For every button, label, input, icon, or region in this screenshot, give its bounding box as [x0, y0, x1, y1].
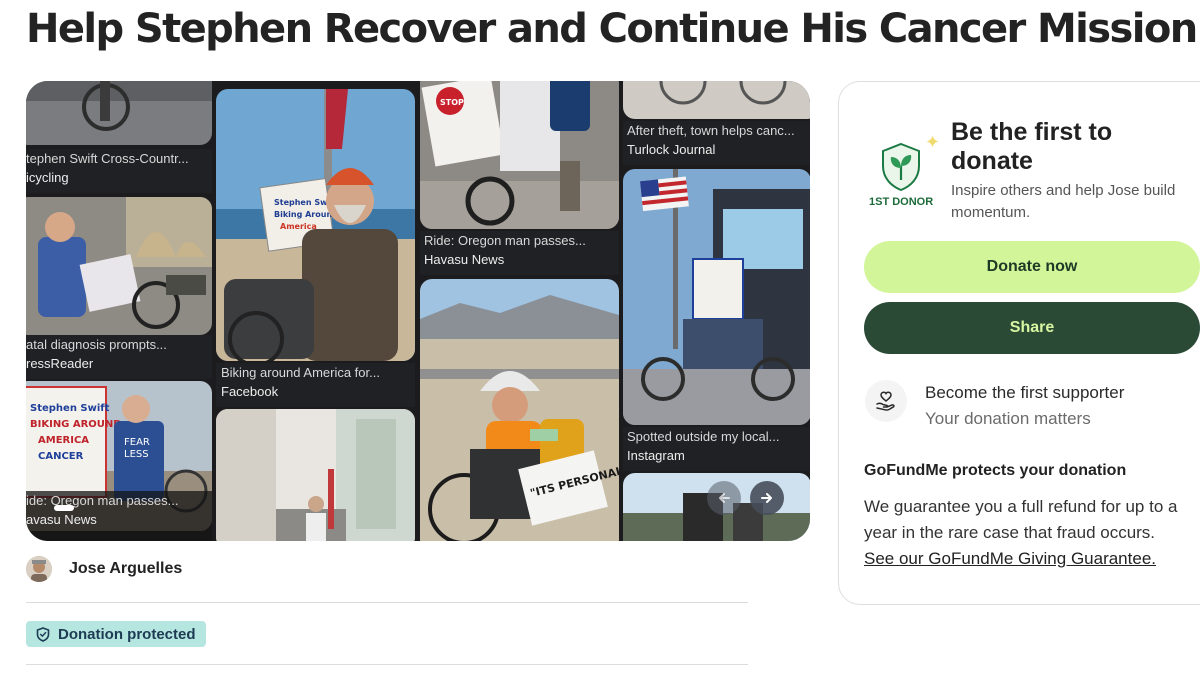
gallery-tile[interactable] [26, 197, 212, 335]
divider [26, 602, 748, 603]
avatar-image [26, 556, 52, 582]
heart-hand-icon [865, 380, 907, 422]
protection-title: GoFundMe protects your donation [864, 462, 1127, 479]
donate-now-button[interactable]: Donate now [864, 241, 1200, 293]
gallery-tile[interactable]: Stephen Swift Biking Around America [216, 89, 415, 361]
organizer[interactable]: Jose Arguelles [26, 556, 182, 582]
gallery-caption: atal diagnosis prompts... ressReader [26, 335, 212, 379]
gallery-tile[interactable]: STOP [420, 81, 619, 229]
gallery-tile[interactable] [623, 81, 810, 119]
badge-label: Donation protected [58, 625, 196, 643]
gallery-caption: ide: Oregon man passes... avasu News [26, 491, 212, 541]
gallery-photo [623, 81, 810, 119]
svg-text:Stephen Swift: Stephen Swift [30, 403, 110, 414]
gallery-caption: Biking around America for... Facebook [216, 363, 415, 407]
svg-text:CANCER: CANCER [38, 451, 84, 462]
first-donor-label: 1ST DONOR [869, 196, 934, 208]
svg-text:America: America [280, 222, 317, 231]
giving-guarantee-link[interactable]: See our GoFundMe Giving Guarantee. [864, 546, 1156, 572]
donation-protected-badge[interactable]: Donation protected [26, 621, 206, 647]
protection-body: We guarantee you a full refund for up to… [864, 497, 1178, 542]
donate-card: ✦ 1ST DONOR Be the first to donate Inspi… [838, 81, 1200, 605]
supporter-subtitle: Your donation matters [925, 409, 1091, 428]
gallery-photo [26, 81, 212, 145]
card-heading: Be the first to donate [951, 118, 1113, 175]
gallery-photo: "ITS PERSONAL" [420, 279, 619, 541]
gallery-tile[interactable] [26, 81, 212, 145]
gallery-photo [26, 197, 212, 335]
gallery-caption: After theft, town helps canc... Turlock … [623, 121, 810, 165]
gallery-caption: tephen Swift Cross-Countr... icycling [26, 149, 212, 193]
gallery-photo [216, 409, 415, 541]
gallery-tile[interactable]: "ITS PERSONAL" [420, 279, 619, 541]
svg-text:BIKING AROUND: BIKING AROUND [30, 419, 122, 430]
svg-text:LESS: LESS [124, 449, 149, 460]
carousel-indicator [54, 505, 74, 511]
first-donor-badge-icon [882, 142, 920, 192]
sparkle-icon: ✦ [925, 132, 941, 152]
gallery-photo: STOP [420, 81, 619, 229]
arrow-left-icon [719, 493, 730, 503]
carousel-prev-button[interactable] [707, 481, 741, 515]
supporter-title: Become the first supporter [925, 383, 1125, 402]
card-subtext: Inspire others and help Jose build momen… [951, 182, 1176, 221]
arrow-right-icon [761, 493, 772, 503]
gallery-caption: Spotted outside my local... Instagram [623, 427, 810, 471]
gallery-caption: Ride: Oregon man passes... Havasu News [420, 231, 619, 275]
shield-icon [36, 626, 50, 642]
avatar[interactable] [26, 556, 52, 582]
carousel-next-button[interactable] [750, 481, 784, 515]
svg-text:STOP: STOP [440, 98, 464, 107]
divider [26, 664, 748, 665]
gallery-photo: Stephen Swift Biking Around America [216, 89, 415, 361]
organizer-name[interactable]: Jose Arguelles [69, 560, 182, 578]
photo-gallery[interactable]: tephen Swift Cross-Countr... icycling at… [26, 81, 810, 541]
share-button[interactable]: Share [864, 302, 1200, 354]
gallery-tile[interactable] [216, 409, 415, 541]
gallery-tile[interactable] [623, 169, 810, 425]
svg-text:FEAR: FEAR [124, 437, 150, 448]
svg-text:AMERICA: AMERICA [38, 435, 89, 446]
gallery-photo [623, 169, 810, 425]
page-title: Help Stephen Recover and Continue His Ca… [26, 6, 1198, 52]
